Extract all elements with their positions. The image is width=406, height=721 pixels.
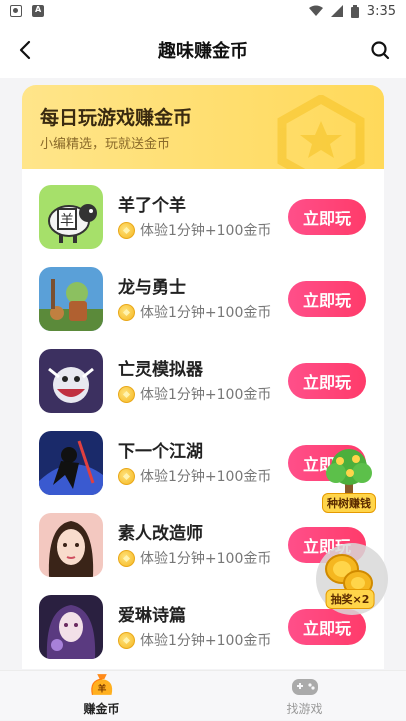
tab-find-games[interactable]: 找游戏 (203, 671, 406, 721)
lottery-label: 抽奖×2 (325, 589, 375, 609)
star-badge-icon (277, 95, 365, 169)
reward-text: 体验1分钟+100金币 (140, 551, 272, 567)
status-time: 3:35 (366, 3, 396, 19)
settings-notification-icon (10, 5, 22, 17)
game-reward: 体验1分钟+100金币 (118, 630, 271, 650)
wifi-icon (308, 5, 323, 16)
banner-subtitle: 小编精选，玩就送金币 (40, 137, 171, 152)
coin-icon (118, 221, 135, 239)
tab-label: 赚金币 (83, 702, 120, 716)
app-header: 趣味赚金币 (0, 22, 406, 78)
makeover-game-icon[interactable] (39, 513, 103, 577)
game-name: 龙与勇士 (118, 278, 186, 298)
reward-text: 体验1分钟+100金币 (140, 223, 272, 239)
promo-banner: 每日玩游戏赚金币 小编精选，玩就送金币 (22, 85, 384, 169)
money-tree-label: 种树赚钱 (322, 493, 376, 513)
reward-text: 体验1分钟+100金币 (140, 305, 272, 321)
game-reward: 体验1分钟+100金币 (118, 220, 271, 240)
page-title: 趣味赚金币 (158, 41, 248, 62)
game-name: 下一个江湖 (118, 442, 203, 462)
reward-text: 体验1分钟+100金币 (140, 387, 272, 403)
battery-icon (350, 4, 359, 18)
signal-icon (330, 5, 343, 17)
coin-icon (118, 467, 135, 485)
game-reward: 体验1分钟+100金币 (118, 548, 271, 568)
game-reward: 体验1分钟+100金币 (118, 384, 271, 404)
ailin-poetry-game-icon[interactable] (39, 595, 103, 659)
app-notification-icon (32, 5, 44, 17)
game-list-item[interactable]: 龙与勇士 体验1分钟+100金币 立即玩 (22, 251, 384, 333)
sheep-game-icon[interactable]: 羊 (39, 185, 103, 249)
lottery-float-button[interactable]: 抽奖×2 (312, 543, 388, 615)
coin-icon (118, 385, 135, 403)
reward-text: 体验1分钟+100金币 (140, 633, 272, 649)
status-bar: 3:35 (0, 0, 406, 22)
game-list-item[interactable]: 亡灵模拟器 体验1分钟+100金币 立即玩 (22, 333, 384, 415)
play-now-button[interactable]: 立即玩 (288, 363, 366, 399)
tab-earn-coins[interactable]: 羊 赚金币 (0, 671, 203, 721)
play-now-button[interactable]: 立即玩 (288, 199, 366, 235)
game-name: 素人改造师 (118, 524, 203, 544)
coin-icon (118, 303, 135, 321)
undead-simulator-game-icon[interactable] (39, 349, 103, 413)
next-jianghu-game-icon[interactable] (39, 431, 103, 495)
reward-text: 体验1分钟+100金币 (140, 469, 272, 485)
dragon-warrior-game-icon[interactable] (39, 267, 103, 331)
game-name: 羊了个羊 (118, 196, 186, 216)
game-reward: 体验1分钟+100金币 (118, 466, 271, 486)
svg-text:羊: 羊 (60, 213, 74, 229)
gamepad-icon (291, 679, 318, 695)
money-tree-float-button[interactable]: 种树赚钱 (318, 445, 380, 515)
coin-icon (118, 631, 135, 649)
coin-icon (118, 549, 135, 567)
search-icon[interactable] (368, 38, 392, 62)
game-list-item[interactable]: 羊 羊了个羊 体验1分钟+100金币 立即玩 (22, 169, 384, 251)
money-bag-badge: 羊 (97, 683, 106, 695)
back-arrow-icon[interactable] (14, 38, 38, 62)
money-bag-icon: 羊 (90, 674, 112, 695)
banner-title: 每日玩游戏赚金币 (40, 107, 193, 129)
game-name: 亡灵模拟器 (118, 360, 203, 380)
bottom-tab-bar: 羊 赚金币 找游戏 (0, 670, 406, 720)
game-name: 爱琳诗篇 (118, 606, 186, 626)
play-now-button[interactable]: 立即玩 (288, 281, 366, 317)
tab-label: 找游戏 (286, 702, 323, 716)
game-reward: 体验1分钟+100金币 (118, 302, 271, 322)
